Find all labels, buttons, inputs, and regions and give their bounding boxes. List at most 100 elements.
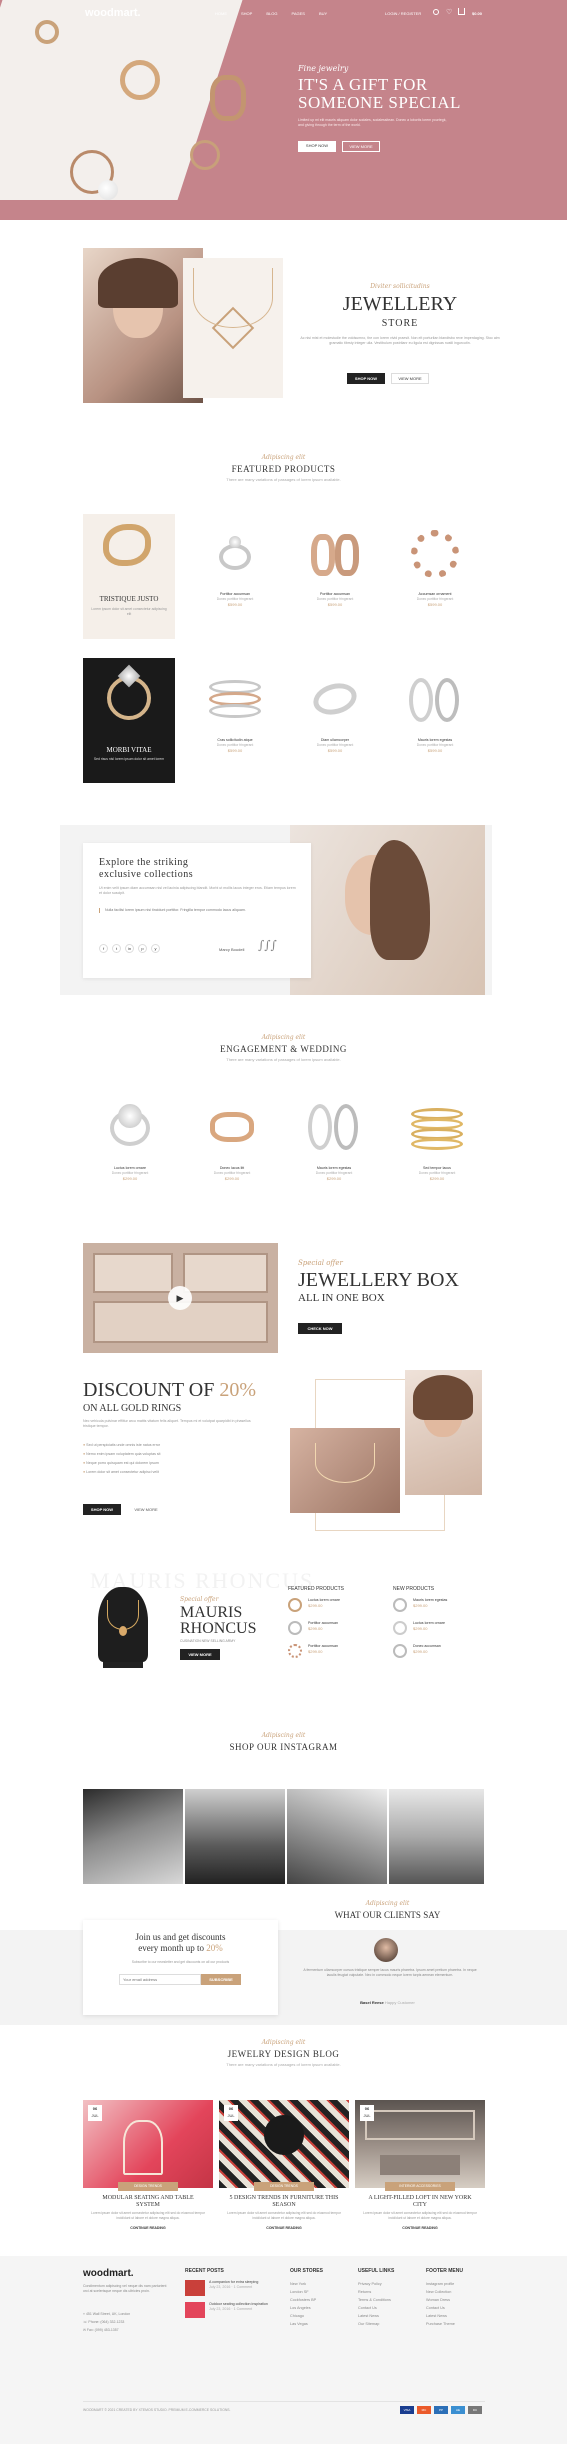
mini-product[interactable]: Luctus lorem ornare $299.00 <box>393 1621 493 1644</box>
cart-icon[interactable] <box>458 8 465 15</box>
avatar <box>374 1938 398 1962</box>
mini-product[interactable]: Porttitor accumsan $299.00 <box>288 1644 388 1667</box>
mauris-section: MAURIS RHONCUS Special offer MAURIS RHON… <box>0 1568 567 1688</box>
instagram-photo[interactable] <box>83 1789 183 1884</box>
nav-item-buy[interactable]: BUY <box>319 11 327 16</box>
discount-view-button[interactable]: VIEW MORE <box>127 1504 165 1515</box>
promo-card-morbi[interactable]: MORBI VITAE Sed risus nisl lorem ipsum d… <box>83 658 175 783</box>
nav-item-pages[interactable]: PAGES <box>291 11 305 16</box>
cart-total[interactable]: $0.00 <box>472 11 482 16</box>
hero-view-button[interactable]: VIEW MORE <box>342 141 380 152</box>
pinterest-icon[interactable]: p <box>138 944 147 953</box>
read-more-link[interactable]: CONTINUE READING <box>355 2226 485 2230</box>
product-card[interactable]: Porttitor accumsan Donec porttitor fring… <box>198 524 272 608</box>
discount-shop-button[interactable]: SHOP NOW <box>83 1504 121 1515</box>
product-image <box>407 1098 467 1158</box>
product-card[interactable]: Cras sollicitudin atque Donec porttitor … <box>198 670 272 754</box>
mini-product[interactable]: Porttitor accumsan $299.00 <box>288 1621 388 1644</box>
hero-ring-image <box>190 140 220 170</box>
product-card[interactable]: Sed tempor lacus Donec porttitor fringer… <box>400 1098 474 1182</box>
promo-card-tristique[interactable]: TRISTIQUE JUSTO Lorem ipsum dolor sit am… <box>83 514 175 639</box>
product-card[interactable]: Mauris lorem egestas Donec porttitor fri… <box>297 1098 371 1182</box>
product-card[interactable]: Diam ullamcorper Donec porttitor fringer… <box>298 670 372 754</box>
explore-description: Ut enim velit ipsum diam accumsan nisl v… <box>99 886 296 895</box>
explore-title-line1: Explore the striking <box>99 857 189 868</box>
subscribe-button[interactable]: SUBSCRIBE <box>201 1974 241 1985</box>
product-card[interactable]: Donec lacus litt Donec porttitor fringer… <box>195 1098 269 1182</box>
linkedin-icon[interactable]: in <box>125 944 134 953</box>
subscribe-title-line2: every month up to 20% <box>138 1943 223 1953</box>
ring-shape <box>309 678 361 720</box>
mini-product[interactable]: Mauris lorem egestas $299.00 <box>393 1598 493 1621</box>
footer-link[interactable]: Latest News <box>358 2312 418 2320</box>
footer-link[interactable]: Cockfosters BP <box>290 2296 350 2304</box>
instagram-photo[interactable] <box>287 1789 387 1884</box>
footer-link[interactable]: Our Sitemap <box>358 2320 418 2328</box>
hero-shop-button[interactable]: SHOP NOW <box>298 141 336 152</box>
store-view-button[interactable]: VIEW MORE <box>391 373 429 384</box>
footer-link[interactable]: Contact Us <box>358 2304 418 2312</box>
footer-about: Condimentum adipiscing vel neque dis nam… <box>83 2284 167 2293</box>
footer-link[interactable]: Las Vegas <box>290 2320 350 2328</box>
mini-product-thumb <box>393 1644 407 1658</box>
footer-link[interactable]: Privacy Policy <box>358 2280 418 2288</box>
blog-post[interactable]: 06 JUL INTERIOR ACCESSORIES A LIGHT-FILL… <box>355 2100 485 2235</box>
box-compartment <box>93 1253 173 1293</box>
footer-logo[interactable]: woodmart. <box>83 2268 134 2279</box>
instagram-photo[interactable] <box>389 1789 484 1884</box>
post-title[interactable]: 5 DESIGN TRENDS IN FURNITURE THIS SEASON <box>219 2195 349 2209</box>
wishlist-icon[interactable]: ♡ <box>446 8 452 16</box>
nav-item-home[interactable]: HOME <box>215 11 227 16</box>
product-price: $599.00 <box>427 748 443 753</box>
read-more-link[interactable]: CONTINUE READING <box>83 2226 213 2230</box>
recent-post[interactable]: A companion for extra sleeping July 23, … <box>185 2280 280 2296</box>
recent-post-thumb <box>185 2280 205 2296</box>
footer-link[interactable]: Los Angeles <box>290 2304 350 2312</box>
post-title[interactable]: MODULAR SEATING AND TABLE SYSTEM <box>83 2195 213 2209</box>
mini-product[interactable]: Luctus lorem ornare $299.00 <box>288 1598 388 1621</box>
post-title[interactable]: A LIGHT-FILLED LOFT IN NEW YORK CITY <box>355 2195 485 2209</box>
email-field[interactable] <box>119 1974 201 1985</box>
twitter-icon[interactable]: t <box>112 944 121 953</box>
footer-link[interactable]: London SF <box>290 2288 350 2296</box>
mauris-view-button[interactable]: VIEW MORE <box>180 1649 220 1660</box>
youtube-icon[interactable]: y <box>151 944 160 953</box>
instagram-photo[interactable] <box>185 1789 285 1884</box>
blog-post[interactable]: 06 JUL DESIGN TRENDS 5 DESIGN TRENDS IN … <box>219 2100 349 2235</box>
product-card[interactable]: Accumsan ornament Donec porttitor fringe… <box>398 524 472 608</box>
product-card[interactable]: Porttitor accumsan Donec porttitor fring… <box>298 524 372 608</box>
footer-link[interactable]: Purchase Theme <box>426 2320 486 2328</box>
category-badge[interactable]: DESIGN TRENDS <box>254 2182 314 2191</box>
phone-line: ☏ Phone: (064) 332-1233 <box>83 2320 125 2324</box>
recent-post[interactable]: Outdoor seating collection inspiration J… <box>185 2302 280 2318</box>
play-icon[interactable]: ▶ <box>168 1286 192 1310</box>
ring-shape <box>409 678 433 722</box>
store-shop-button[interactable]: SHOP NOW <box>347 373 385 384</box>
footer-link[interactable]: Chicago <box>290 2312 350 2320</box>
footer-link[interactable]: Terms & Conditions <box>358 2296 418 2304</box>
footer-link[interactable]: Instagram profile <box>426 2280 486 2288</box>
footer-link[interactable]: New Collection <box>426 2288 486 2296</box>
login-link[interactable]: LOGIN / REGISTER <box>385 11 421 16</box>
product-card[interactable]: Luctus lorem ornare Donec porttitor frin… <box>93 1098 167 1182</box>
read-more-link[interactable]: CONTINUE READING <box>219 2226 349 2230</box>
product-card[interactable]: Mauris lorem egestas Donec porttitor fri… <box>398 670 472 754</box>
mini-product[interactable]: Donec accumsan $299.00 <box>393 1644 493 1667</box>
discount-list-item: ● Sed ut perspiciatis unde omnis iste na… <box>83 1443 161 1447</box>
facebook-icon[interactable]: f <box>99 944 108 953</box>
hero-title-line1: IT'S A GIFT FOR <box>298 75 428 94</box>
featured-subtitle: Adipiscing elit <box>261 454 306 461</box>
logo[interactable]: woodmart. <box>85 7 141 19</box>
search-icon[interactable] <box>433 9 439 15</box>
footer-link[interactable]: New York <box>290 2280 350 2288</box>
nav-item-shop[interactable]: SHOP <box>241 11 252 16</box>
category-badge[interactable]: INTERIOR ACCESSORIES <box>385 2182 455 2191</box>
box-check-button[interactable]: CHECK NOW <box>298 1323 342 1334</box>
category-badge[interactable]: DESIGN TRENDS <box>118 2182 178 2191</box>
footer-link[interactable]: Returns <box>358 2288 418 2296</box>
nav-item-blog[interactable]: BLOG <box>266 11 277 16</box>
footer-link[interactable]: Woman Dress <box>426 2296 486 2304</box>
footer-link[interactable]: Latest News <box>426 2312 486 2320</box>
footer-link[interactable]: Contact Us <box>426 2304 486 2312</box>
blog-post[interactable]: 06 JUL DESIGN TRENDS MODULAR SEATING AND… <box>83 2100 213 2235</box>
